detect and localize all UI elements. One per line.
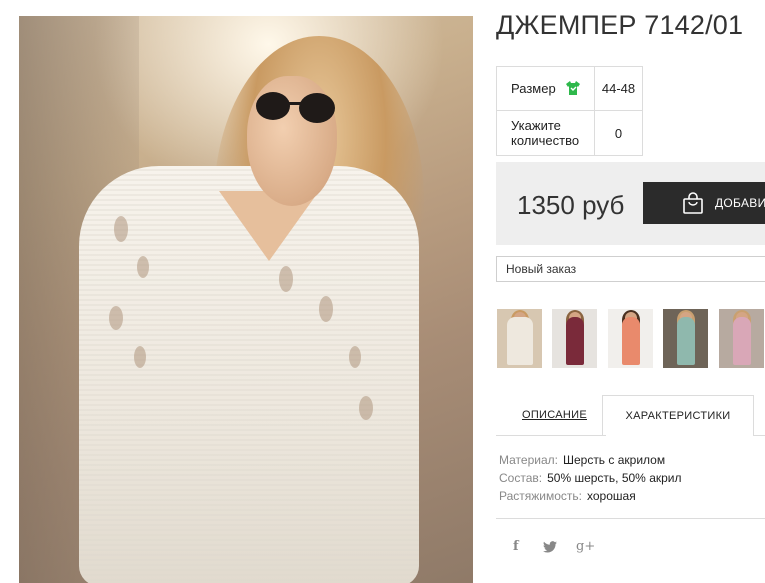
spec-row: Материал: Шерсть с акрилом bbox=[499, 451, 682, 469]
thumbnail-4[interactable] bbox=[663, 309, 708, 368]
product-title: ДЖЕМПЕР 7142/01 bbox=[496, 10, 744, 40]
shopping-bag-icon bbox=[683, 192, 703, 214]
thumbnail-2[interactable] bbox=[552, 309, 597, 368]
product-tabs: ОПИСАНИЕ ХАРАКТЕРИСТИКИ bbox=[496, 395, 765, 436]
price-box: 1350 руб ДОБАВИТЬ bbox=[496, 162, 765, 245]
photo-sunglasses bbox=[256, 92, 335, 123]
spec-list: Материал: Шерсть с акрилом Состав: 50% шер… bbox=[499, 451, 682, 505]
thumb-garment bbox=[566, 317, 584, 365]
tab-characteristics[interactable]: ХАРАКТЕРИСТИКИ bbox=[602, 395, 754, 436]
tab-description[interactable]: ОПИСАНИЕ bbox=[522, 409, 587, 421]
thumb-garment bbox=[677, 317, 695, 365]
spec-key: Растяжимость: bbox=[499, 489, 583, 503]
photo-lace-pattern bbox=[134, 346, 146, 368]
facebook-icon[interactable]: f bbox=[513, 539, 519, 554]
twitter-icon[interactable] bbox=[543, 541, 557, 553]
photo-lace-pattern bbox=[349, 346, 361, 368]
google-plus-icon[interactable]: g+ bbox=[576, 539, 595, 554]
thumb-garment bbox=[622, 317, 640, 365]
size-label-cell: Размер bbox=[496, 66, 595, 111]
spec-value: 50% шерсть, 50% акрил bbox=[547, 471, 682, 485]
size-label: Размер bbox=[511, 81, 556, 96]
order-select[interactable]: Новый заказ bbox=[496, 256, 765, 282]
photo-lace-pattern bbox=[359, 396, 373, 420]
product-main-image[interactable] bbox=[19, 16, 473, 583]
tabs-divider bbox=[754, 435, 765, 436]
spec-key: Материал: bbox=[499, 453, 558, 467]
thumb-garment bbox=[507, 317, 533, 365]
add-to-cart-label: ДОБАВИТЬ bbox=[715, 196, 765, 210]
photo-lace-pattern bbox=[114, 216, 128, 242]
photo-lace-pattern bbox=[109, 306, 123, 330]
photo-lace-pattern bbox=[319, 296, 333, 322]
thumbnail-5[interactable] bbox=[719, 309, 764, 368]
size-value[interactable]: 44-48 bbox=[594, 66, 643, 111]
spec-value: Шерсть с акрилом bbox=[562, 453, 666, 467]
photo-lace-pattern bbox=[137, 256, 149, 278]
size-chart-icon[interactable] bbox=[565, 81, 581, 96]
tabs-divider bbox=[496, 435, 606, 436]
spec-row: Состав: 50% шерсть, 50% акрил bbox=[499, 469, 682, 487]
product-params-table: Размер 44-48 Укажите количество 0 bbox=[496, 66, 643, 156]
thumbnail-1[interactable] bbox=[497, 309, 542, 368]
quantity-row: Укажите количество 0 bbox=[496, 110, 643, 156]
product-price: 1350 руб bbox=[517, 190, 625, 220]
thumbnail-3[interactable] bbox=[608, 309, 653, 368]
spec-value: хорошая bbox=[587, 489, 636, 503]
add-to-cart-button[interactable]: ДОБАВИТЬ bbox=[643, 182, 765, 224]
section-divider bbox=[496, 518, 765, 519]
quantity-label: Укажите количество bbox=[496, 110, 595, 156]
spec-row: Растяжимость: хорошая bbox=[499, 487, 682, 505]
thumb-garment bbox=[733, 317, 751, 365]
photo-lace-pattern bbox=[279, 266, 293, 292]
size-row: Размер 44-48 bbox=[496, 66, 643, 111]
quantity-input[interactable]: 0 bbox=[594, 110, 643, 156]
spec-key: Состав: bbox=[499, 471, 543, 485]
